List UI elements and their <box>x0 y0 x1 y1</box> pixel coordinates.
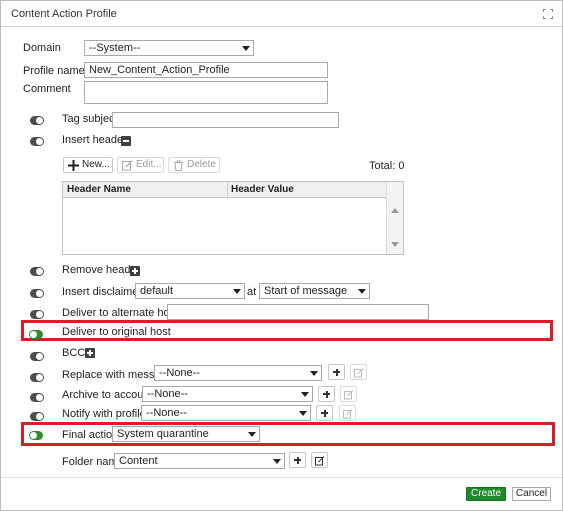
edit-icon <box>343 409 353 419</box>
header-table-head: Header Name Header Value <box>63 182 387 198</box>
create-button[interactable]: Create <box>466 487 506 501</box>
add-notify-button[interactable] <box>316 405 333 421</box>
deliver-alternate-label: Deliver to alternate host <box>62 307 179 319</box>
chevron-down-icon <box>301 392 309 397</box>
remove-header-toggle[interactable] <box>30 267 44 276</box>
column-header-value[interactable]: Header Value <box>231 184 294 195</box>
tag-subject-field[interactable] <box>112 112 339 128</box>
delete-header-label: Delete <box>187 159 216 170</box>
final-action-toggle[interactable] <box>29 431 43 440</box>
scroll-up-icon[interactable] <box>391 208 399 213</box>
folder-name-select[interactable]: Content <box>114 453 285 469</box>
add-account-button[interactable] <box>318 386 335 402</box>
replace-message-toggle[interactable] <box>30 373 44 382</box>
domain-label: Domain <box>23 42 61 54</box>
chevron-down-icon <box>233 289 241 294</box>
trash-icon <box>174 160 183 171</box>
edit-header-label: Edit... <box>136 159 162 170</box>
tag-subject-label: Tag subject <box>62 113 118 125</box>
edit-notify-button[interactable] <box>339 405 356 421</box>
collapse-icon[interactable] <box>121 136 131 146</box>
disclaimer-select[interactable]: default <box>135 283 245 299</box>
edit-icon <box>122 160 133 171</box>
profile-name-field[interactable] <box>84 62 328 78</box>
column-header-name[interactable]: Header Name <box>67 184 131 195</box>
header-table-scrollbar[interactable] <box>386 182 403 254</box>
disclaimer-at-label: at <box>247 286 257 298</box>
final-action-value: System quarantine <box>117 428 209 440</box>
notify-profile-select[interactable]: --None-- <box>141 405 311 421</box>
new-header-label: New... <box>82 159 110 170</box>
notify-profile-toggle[interactable] <box>30 412 44 421</box>
chevron-down-icon <box>358 289 366 294</box>
dialog-titlebar: Content Action Profile <box>1 1 562 27</box>
expand-icon[interactable] <box>85 348 95 358</box>
chevron-down-icon <box>299 411 307 416</box>
delete-header-button[interactable]: Delete <box>168 157 220 173</box>
header-total-count: Total: 0 <box>369 160 405 172</box>
disclaimer-position-value: Start of message <box>264 285 348 297</box>
notify-profile-label: Notify with profile <box>62 408 146 420</box>
edit-icon <box>315 456 325 466</box>
domain-select-value: --System-- <box>89 42 141 54</box>
add-message-button[interactable] <box>328 364 345 380</box>
disclaimer-select-value: default <box>140 285 174 297</box>
archive-account-select[interactable]: --None-- <box>142 386 313 402</box>
chevron-down-icon <box>273 459 281 464</box>
deliver-original-label: Deliver to original host <box>62 326 171 338</box>
edit-account-button[interactable] <box>340 386 357 402</box>
add-folder-button[interactable] <box>289 452 306 468</box>
cancel-button[interactable]: Cancel <box>512 487 551 501</box>
folder-name-value: Content <box>119 455 158 467</box>
deliver-original-toggle[interactable] <box>29 330 43 339</box>
edit-header-button[interactable]: Edit... <box>117 157 164 173</box>
archive-account-label: Archive to account <box>62 389 153 401</box>
maximize-icon[interactable] <box>543 9 553 19</box>
edit-folder-button[interactable] <box>311 452 328 468</box>
insert-disclaimer-toggle[interactable] <box>30 289 44 298</box>
edit-icon <box>354 368 364 378</box>
archive-account-toggle[interactable] <box>30 393 44 402</box>
chevron-down-icon <box>242 46 250 51</box>
tag-subject-toggle[interactable] <box>30 116 44 125</box>
deliver-alternate-toggle[interactable] <box>30 310 44 319</box>
plus-icon <box>68 160 79 171</box>
new-header-button[interactable]: New... <box>63 157 113 173</box>
final-action-label: Final action <box>62 429 119 441</box>
alternate-host-field[interactable] <box>167 304 429 320</box>
profile-name-label: Profile name <box>23 65 85 77</box>
content-action-profile-dialog: Content Action Profile Domain --System--… <box>0 0 563 511</box>
insert-disclaimer-label: Insert disclaimer <box>62 286 143 298</box>
replace-message-select[interactable]: --None-- <box>154 365 322 381</box>
header-table: Header Name Header Value <box>62 181 404 255</box>
domain-select[interactable]: --System-- <box>84 40 254 56</box>
remove-header-label: Remove header <box>62 264 141 276</box>
chevron-down-icon <box>248 432 256 437</box>
disclaimer-position-select[interactable]: Start of message <box>259 283 370 299</box>
final-action-select[interactable]: System quarantine <box>112 426 260 442</box>
comment-label: Comment <box>23 83 71 95</box>
archive-account-value: --None-- <box>147 388 188 400</box>
dialog-title: Content Action Profile <box>11 8 117 20</box>
expand-icon[interactable] <box>130 266 140 276</box>
comment-field[interactable] <box>84 81 328 104</box>
replace-message-value: --None-- <box>159 367 200 379</box>
notify-profile-value: --None-- <box>146 407 187 419</box>
edit-icon <box>344 390 354 400</box>
scroll-down-icon[interactable] <box>391 242 399 247</box>
bcc-label: BCC <box>62 347 86 359</box>
footer-divider <box>1 477 562 478</box>
insert-header-toggle[interactable] <box>30 137 44 146</box>
chevron-down-icon <box>310 371 318 376</box>
bcc-toggle[interactable] <box>30 352 44 361</box>
edit-message-button[interactable] <box>350 364 367 380</box>
insert-header-label: Insert header <box>62 134 127 146</box>
